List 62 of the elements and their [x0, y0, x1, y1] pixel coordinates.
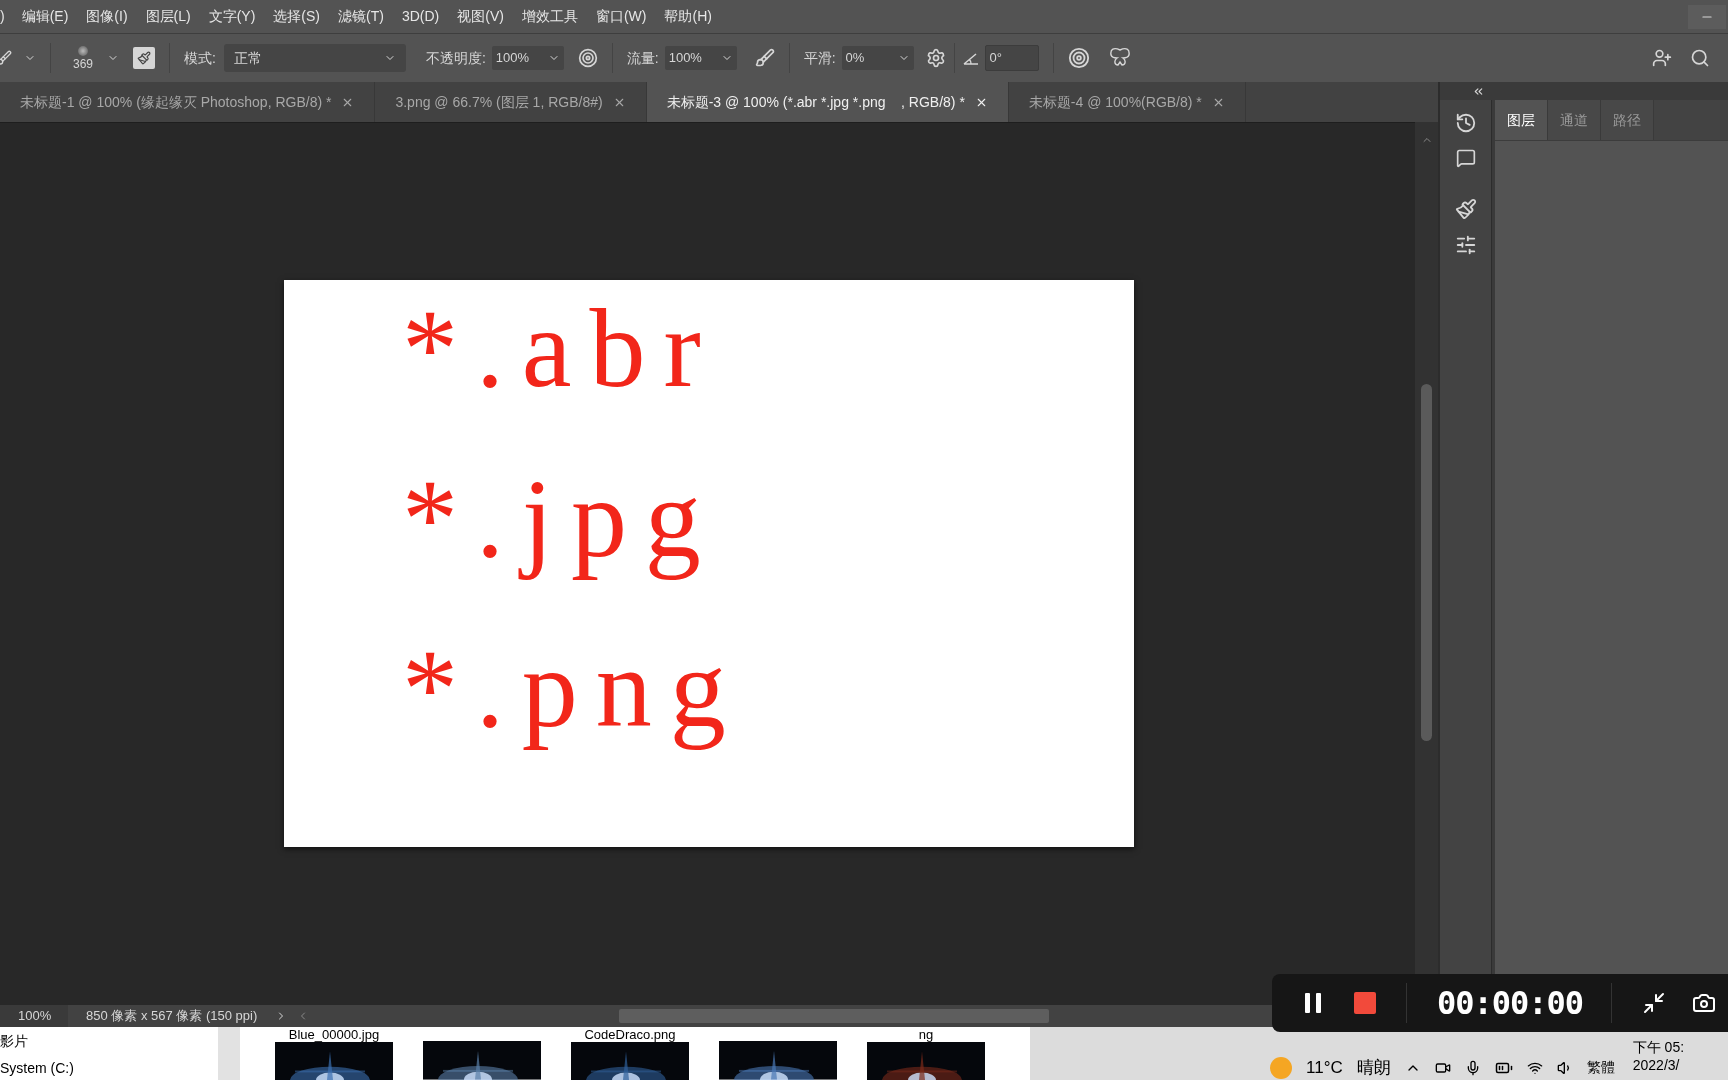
file-name[interactable]: ng — [918, 1027, 934, 1042]
airbrush-icon[interactable] — [754, 48, 775, 68]
brush-panel-icon[interactable] — [133, 47, 155, 69]
menu-item[interactable]: 文字(Y) — [207, 6, 257, 27]
comment-icon[interactable] — [1455, 148, 1476, 168]
menu-item[interactable]: 窗口(W) — [594, 6, 648, 27]
menu-item[interactable]: 视图(V) — [456, 6, 505, 27]
settings-icon[interactable] — [925, 48, 946, 68]
document-tab[interactable]: 未标题-3 @ 100% (*.abr *.jpg *.png , RGB/8) * — [646, 82, 1009, 122]
temperature: 11°C — [1306, 1056, 1343, 1079]
menu-item[interactable]: 图像(I) — [85, 6, 129, 27]
menu-item[interactable]: 3D(D) — [400, 6, 441, 27]
brush-sliders-icon[interactable] — [1454, 234, 1477, 256]
flow-label: 流量: — [626, 48, 659, 68]
nav-item[interactable]: 影片 — [0, 1031, 218, 1052]
canvas-text: *.jpg — [402, 455, 720, 582]
horizontal-scrollbar[interactable] — [619, 1009, 1050, 1023]
smoothing-field[interactable]: 0% — [841, 46, 914, 70]
menu-item[interactable]: 选择(S) — [272, 6, 322, 27]
pause-icon[interactable] — [1304, 993, 1322, 1013]
file-name[interactable]: Blue_00000.jpg — [288, 1027, 380, 1042]
smoothing-label: 平滑: — [803, 48, 836, 68]
weather: 晴朗 — [1356, 1056, 1391, 1079]
clock-date[interactable]: 2022/3/ — [1632, 1055, 1685, 1074]
document-info: 850 像素 x 567 像素 (150 ppi) — [86, 1007, 258, 1026]
panel-tab[interactable]: 路径 — [1601, 100, 1654, 140]
history-icon[interactable] — [1454, 112, 1477, 134]
opacity-field[interactable]: 100% — [491, 46, 564, 70]
brush-preset-picker[interactable]: 369 — [65, 46, 101, 70]
flow-field[interactable]: 100% — [664, 46, 737, 70]
user-add-icon[interactable] — [1652, 48, 1672, 68]
opacity-label: 不透明度: — [425, 48, 486, 68]
menu-item[interactable]: 图层(L) — [144, 6, 192, 27]
input-method[interactable]: 繁體 — [1586, 1057, 1615, 1078]
angle-field[interactable]: 0° — [984, 45, 1039, 71]
menu-item[interactable]: 帮助(H) — [663, 6, 713, 27]
camera-icon[interactable] — [1692, 991, 1717, 1015]
file-name[interactable]: CodeDraco.png — [584, 1027, 676, 1042]
scrollbar[interactable] — [218, 1027, 240, 1080]
mode-dropdown[interactable]: 正常 — [223, 44, 406, 72]
recording-timer: 00:00:00 — [1437, 983, 1584, 1024]
menu-item[interactable]: 增效工具 — [520, 6, 579, 27]
sun-icon — [1270, 1056, 1292, 1079]
menu-item[interactable]: ) — [0, 6, 5, 27]
canvas-text: *.png — [402, 625, 745, 752]
angle-icon — [962, 51, 979, 65]
panel-tab[interactable]: 图层 — [1495, 100, 1548, 140]
menu-item[interactable]: 编辑(E) — [20, 6, 70, 27]
search-icon[interactable] — [1690, 48, 1710, 68]
pressure-opacity-icon[interactable] — [577, 48, 598, 68]
menu-item[interactable]: 滤镜(T) — [337, 6, 385, 27]
brush-settings-icon[interactable] — [1454, 198, 1477, 220]
shrink-icon[interactable] — [1642, 991, 1667, 1015]
pressure-size-icon[interactable] — [1067, 47, 1090, 69]
butterfly-icon[interactable] — [1107, 47, 1132, 69]
canvas-text: *.abr — [402, 285, 720, 412]
zoom-level: 100% — [0, 1005, 68, 1027]
nav-item[interactable]: System (C:) — [0, 1058, 218, 1079]
mode-label: 模式: — [184, 48, 216, 68]
scrollbar-thumb[interactable] — [1421, 384, 1432, 741]
brush-icon[interactable] — [0, 50, 12, 66]
clock-time[interactable]: 下午 05: — [1632, 1037, 1685, 1056]
